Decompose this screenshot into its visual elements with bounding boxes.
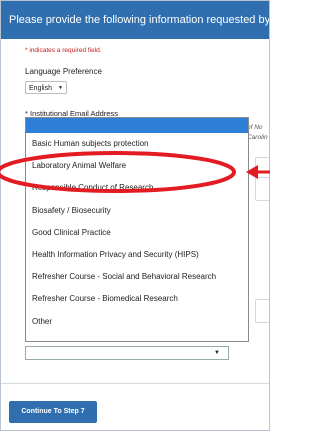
divider xyxy=(1,383,269,384)
dropdown-option[interactable]: Refresher Course - Social and Behavioral… xyxy=(26,266,248,288)
dropdown-option[interactable]: Responsible Conduct of Research xyxy=(26,177,248,199)
dropdown-option[interactable]: Other xyxy=(26,311,248,333)
form-header-banner: Please provide the following information… xyxy=(1,1,269,39)
language-value: English xyxy=(29,85,52,92)
side-text-line-2: Carolin xyxy=(247,134,268,141)
side-text-line-1: of No xyxy=(247,124,263,131)
required-note: * indicates a required field. xyxy=(25,47,102,54)
dropdown-selected-blank-option[interactable] xyxy=(26,118,248,133)
dropdown-option[interactable]: Laboratory Animal Welfare xyxy=(26,155,248,177)
dropdown-option[interactable]: Biosafety / Biosecurity xyxy=(26,200,248,222)
dropdown-option[interactable]: Health Information Privacy and Security … xyxy=(26,244,248,266)
dropdown-option[interactable]: Good Clinical Practice xyxy=(26,222,248,244)
dropdown-option[interactable]: Basic Human subjects protection xyxy=(26,133,248,155)
side-text: of No Carolin xyxy=(247,123,268,143)
language-select[interactable]: English ▼ xyxy=(25,81,67,94)
course-select[interactable]: ▼ xyxy=(25,346,229,360)
chevron-down-icon: ▼ xyxy=(58,85,63,91)
course-dropdown-list[interactable]: Basic Human subjects protection Laborato… xyxy=(25,117,249,342)
chevron-down-icon: ▼ xyxy=(214,350,220,356)
dropdown-option[interactable]: Refresher Course - Biomedical Research xyxy=(26,288,248,310)
hidden-field-edge xyxy=(255,177,269,201)
continue-button[interactable]: Continue To Step 7 xyxy=(9,401,97,423)
language-label: Language Preference xyxy=(25,67,102,76)
form-panel: Please provide the following information… xyxy=(0,0,270,431)
hidden-field-edge xyxy=(255,299,269,323)
